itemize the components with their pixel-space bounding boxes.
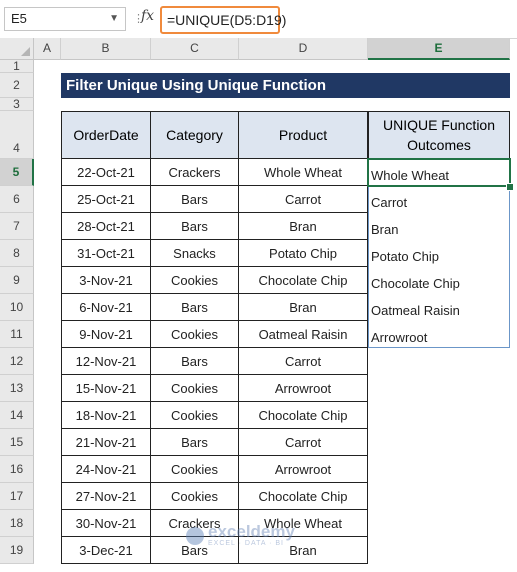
table-cell-orderdate[interactable]: 18-Nov-21 (61, 402, 151, 429)
row-header-13[interactable]: 13 (0, 375, 34, 402)
sheet-title[interactable]: Filter Unique Using Unique Function (61, 73, 510, 98)
row-header-2[interactable]: 2 (0, 73, 34, 98)
watermark-tagline: EXCEL · DATA · BI (208, 540, 284, 547)
watermark-name: exceldemy (208, 522, 295, 541)
table-cell-orderdate[interactable]: 25-Oct-21 (61, 186, 151, 213)
row-header-3[interactable]: 3 (0, 97, 34, 111)
table-cell-orderdate[interactable]: 24-Nov-21 (61, 456, 151, 483)
row-header-19[interactable]: 19 (0, 537, 34, 564)
exceldemy-watermark: exceldemy EXCEL · DATA · BI (186, 522, 295, 547)
name-box[interactable]: E5 ▼ (4, 7, 126, 31)
more-options-icon: ⋮ (133, 13, 144, 25)
table-cell-category[interactable]: Bars (151, 213, 239, 240)
column-header-a[interactable]: A (34, 38, 61, 60)
row-header-9[interactable]: 9 (0, 267, 34, 294)
row-header-8[interactable]: 8 (0, 240, 34, 267)
table-cell-category[interactable]: Bars (151, 294, 239, 321)
table-cell-product[interactable]: Arrowroot (239, 456, 368, 483)
table-cell-category[interactable]: Bars (151, 348, 239, 375)
column-header-e[interactable]: E (368, 38, 510, 60)
outcome-item[interactable]: Oatmeal Raisin (368, 294, 510, 321)
table-cell-product[interactable]: Bran (239, 213, 368, 240)
name-box-value: E5 (11, 11, 27, 26)
table-cell-category[interactable]: Bars (151, 429, 239, 456)
table-cell-orderdate[interactable]: 6-Nov-21 (61, 294, 151, 321)
chevron-down-icon[interactable]: ▼ (109, 8, 119, 30)
table-header-category[interactable]: Category (151, 111, 239, 159)
row-header-17[interactable]: 17 (0, 483, 34, 510)
table-cell-orderdate[interactable]: 12-Nov-21 (61, 348, 151, 375)
column-header-c[interactable]: C (151, 38, 239, 60)
row-header-18[interactable]: 18 (0, 510, 34, 537)
column-header-b[interactable]: B (61, 38, 151, 60)
table-cell-category[interactable]: Bars (151, 186, 239, 213)
row-header-5[interactable]: 5 (0, 159, 34, 186)
fill-handle[interactable] (506, 183, 514, 191)
select-all-corner[interactable] (0, 38, 34, 60)
table-cell-category[interactable]: Crackers (151, 159, 239, 186)
table-cell-orderdate[interactable]: 21-Nov-21 (61, 429, 151, 456)
table-cell-product[interactable]: Oatmeal Raisin (239, 321, 368, 348)
row-header-15[interactable]: 15 (0, 429, 34, 456)
table-cell-product[interactable]: Whole Wheat (239, 159, 368, 186)
row-header-10[interactable]: 10 (0, 294, 34, 321)
outcome-item[interactable]: Arrowroot (368, 321, 510, 348)
row-header-11[interactable]: 11 (0, 321, 34, 348)
table-cell-category[interactable]: Snacks (151, 240, 239, 267)
table-cell-product[interactable]: Bran (239, 294, 368, 321)
table-header-product[interactable]: Product (239, 111, 368, 159)
outcome-item[interactable]: Carrot (368, 186, 510, 213)
formula-input[interactable]: =UNIQUE(D5:D19) (160, 6, 286, 34)
table-cell-product[interactable]: Chocolate Chip (239, 267, 368, 294)
formula-bar: E5 ▼ ⋮ fx =UNIQUE(D5:D19) (0, 0, 517, 39)
table-cell-category[interactable]: Cookies (151, 321, 239, 348)
table-cell-orderdate[interactable]: 22-Oct-21 (61, 159, 151, 186)
table-cell-orderdate[interactable]: 31-Oct-21 (61, 240, 151, 267)
column-header-d[interactable]: D (239, 38, 368, 60)
table-cell-orderdate[interactable]: 9-Nov-21 (61, 321, 151, 348)
outcome-header[interactable]: UNIQUE Function Outcomes (368, 111, 510, 159)
outcome-item[interactable]: Bran (368, 213, 510, 240)
table-cell-category[interactable]: Cookies (151, 267, 239, 294)
outcome-item[interactable]: Chocolate Chip (368, 267, 510, 294)
row-header-6[interactable]: 6 (0, 186, 34, 213)
select-all-icon (21, 47, 30, 56)
outcome-item[interactable]: Whole Wheat (368, 159, 510, 186)
table-cell-product[interactable]: Arrowroot (239, 375, 368, 402)
row-header-14[interactable]: 14 (0, 402, 34, 429)
row-header-16[interactable]: 16 (0, 456, 34, 483)
table-cell-category[interactable]: Cookies (151, 402, 239, 429)
table-cell-orderdate[interactable]: 27-Nov-21 (61, 483, 151, 510)
table-cell-category[interactable]: Cookies (151, 483, 239, 510)
table-cell-orderdate[interactable]: 30-Nov-21 (61, 510, 151, 537)
table-cell-orderdate[interactable]: 3-Nov-21 (61, 267, 151, 294)
table-cell-product[interactable]: Carrot (239, 186, 368, 213)
row-header-1[interactable]: 1 (0, 59, 34, 73)
table-cell-orderdate[interactable]: 15-Nov-21 (61, 375, 151, 402)
table-cell-orderdate[interactable]: 28-Oct-21 (61, 213, 151, 240)
outcome-item[interactable]: Potato Chip (368, 240, 510, 267)
table-cell-product[interactable]: Carrot (239, 429, 368, 456)
row-header-12[interactable]: 12 (0, 348, 34, 375)
table-cell-product[interactable]: Carrot (239, 348, 368, 375)
table-cell-orderdate[interactable]: 3-Dec-21 (61, 537, 151, 564)
table-cell-product[interactable]: Chocolate Chip (239, 483, 368, 510)
exceldemy-logo-icon (186, 526, 204, 545)
table-cell-category[interactable]: Cookies (151, 375, 239, 402)
row-header-4[interactable]: 4 (0, 111, 34, 159)
fx-icon[interactable]: fx (141, 8, 154, 24)
table-cell-product[interactable]: Chocolate Chip (239, 402, 368, 429)
table-cell-category[interactable]: Cookies (151, 456, 239, 483)
table-header-orderdate[interactable]: OrderDate (61, 111, 151, 159)
table-cell-product[interactable]: Potato Chip (239, 240, 368, 267)
row-header-7[interactable]: 7 (0, 213, 34, 240)
